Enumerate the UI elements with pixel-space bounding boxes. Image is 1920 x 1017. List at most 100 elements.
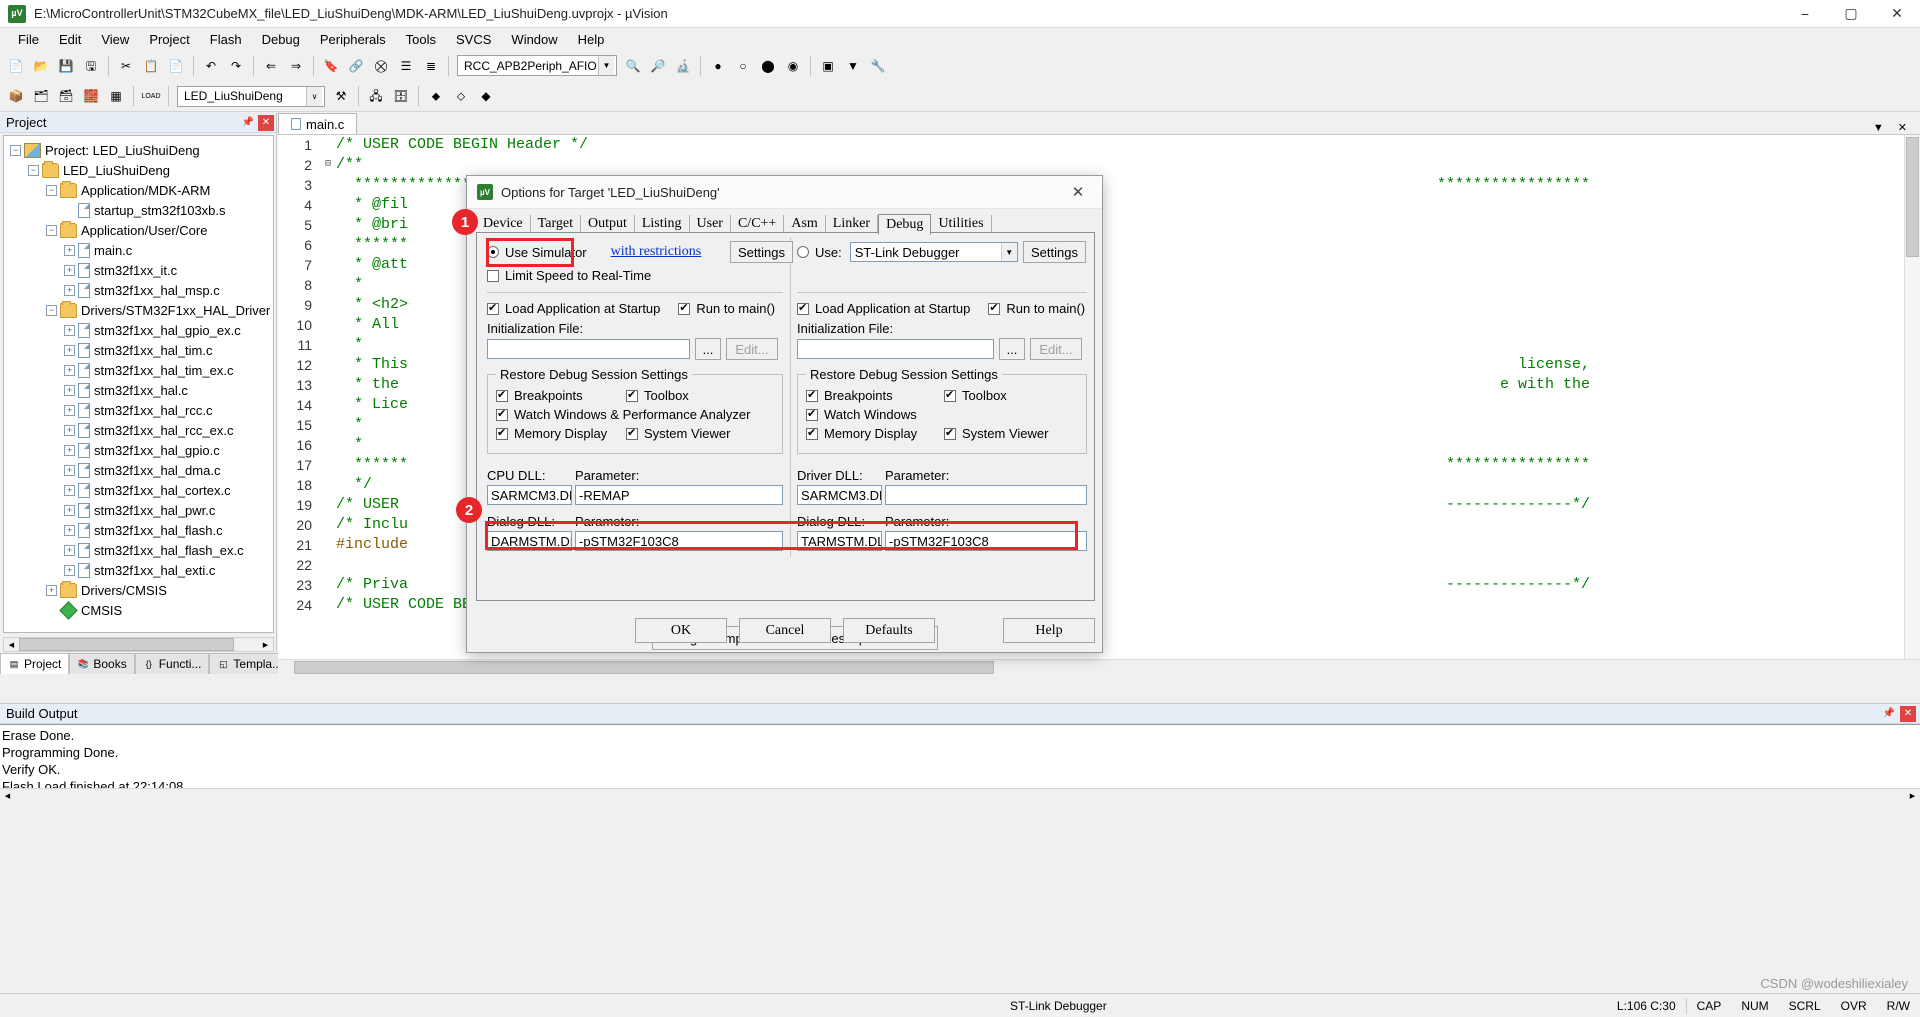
defaults-button[interactable]: Defaults	[843, 618, 935, 643]
watch-windows-row[interactable]: Watch Windows	[806, 405, 1078, 424]
tab-close-icon[interactable]: ✕	[1891, 121, 1914, 134]
debugger-select[interactable]: ST-Link Debugger ▼	[849, 242, 1018, 262]
checkbox-icon[interactable]	[806, 426, 818, 440]
checkbox-icon[interactable]	[944, 426, 956, 440]
collapse-icon[interactable]: −	[46, 184, 57, 196]
ok-button[interactable]: OK	[635, 618, 727, 643]
menu-svcs[interactable]: SVCS	[446, 30, 501, 49]
driver-parameter-input[interactable]	[885, 485, 1087, 505]
build-toolbar-right-button-0[interactable]: ⚒	[329, 84, 353, 108]
dialog-tab-listing[interactable]: Listing	[635, 215, 690, 233]
fold-icon[interactable]: ⊟	[320, 155, 336, 175]
build-toolbar-right-button-5[interactable]: ◆	[474, 84, 498, 108]
expand-icon[interactable]: +	[64, 544, 75, 556]
pin-icon[interactable]: 📌	[240, 115, 256, 131]
expand-icon[interactable]: +	[64, 324, 75, 336]
symbol-combo[interactable]: RCC_APB2Periph_AFIO ▼	[457, 55, 617, 76]
toolbar-button-15[interactable]: ≣	[419, 54, 443, 78]
chevron-down-icon[interactable]: ▼	[1000, 243, 1017, 261]
tree-item[interactable]: + stm32f1xx_hal.c	[4, 380, 273, 400]
tree-item[interactable]: + stm32f1xx_hal_gpio_ex.c	[4, 320, 273, 340]
dialog-parameter-input[interactable]: -pSTM32F103C8	[575, 531, 783, 551]
toolbar-button-14[interactable]: ☰	[394, 54, 418, 78]
memory-display-row[interactable]: Memory Display	[496, 424, 626, 443]
dialog-dll-input[interactable]: DARMSTM.DLL	[487, 531, 572, 551]
tree-item[interactable]: + main.c	[4, 240, 273, 260]
panel-tab-functi[interactable]: {} Functi...	[134, 653, 210, 674]
menu-debug[interactable]: Debug	[252, 30, 310, 49]
expand-icon[interactable]: +	[46, 584, 57, 596]
init-file-browse-button[interactable]: ...	[695, 338, 721, 360]
toolbar-right-button-1[interactable]: 🔎	[646, 54, 670, 78]
tree-item[interactable]: + stm32f1xx_hal_cortex.c	[4, 480, 273, 500]
tree-item[interactable]: + Drivers/CMSIS	[4, 580, 273, 600]
toolbar-button-2[interactable]: 💾	[54, 54, 78, 78]
menu-edit[interactable]: Edit	[49, 30, 91, 49]
tree-item[interactable]: + stm32f1xx_hal_flash_ex.c	[4, 540, 273, 560]
load-button[interactable]: LOAD	[139, 84, 163, 108]
collapse-icon[interactable]: −	[46, 224, 57, 236]
tree-item[interactable]: − Project: LED_LiuShuiDeng	[4, 140, 273, 160]
toolbar-button-9[interactable]: ⇐	[259, 54, 283, 78]
minimize-button[interactable]: −	[1782, 0, 1828, 28]
memory-display-row[interactable]: Memory Display	[806, 424, 944, 443]
build-toolbar-right-button-2[interactable]: 🗄	[389, 84, 413, 108]
pin-icon[interactable]: 📌	[1881, 706, 1897, 722]
tab-main-c[interactable]: main.c	[278, 113, 358, 134]
radio-icon[interactable]	[797, 246, 809, 258]
toolbar-button-1[interactable]: 📂	[29, 54, 53, 78]
with-restrictions-link[interactable]: with restrictions	[611, 244, 702, 260]
menu-window[interactable]: Window	[501, 30, 567, 49]
help-button[interactable]: Help	[1003, 618, 1095, 643]
code-line[interactable]: 2 ⊟/**	[278, 155, 1920, 175]
build-toolbar-right-button-3[interactable]: ⬥	[424, 84, 448, 108]
cpu-dll-input[interactable]: SARMCM3.DLL	[487, 485, 572, 505]
expand-icon[interactable]: +	[64, 464, 75, 476]
toolbar-button-8[interactable]: ↷	[224, 54, 248, 78]
checkbox-icon[interactable]	[678, 301, 691, 315]
tree-item[interactable]: + stm32f1xx_hal_gpio.c	[4, 440, 273, 460]
cancel-button[interactable]: Cancel	[739, 618, 831, 643]
editor-hscrollbar[interactable]	[278, 659, 1920, 674]
tree-item[interactable]: + stm32f1xx_hal_rcc.c	[4, 400, 273, 420]
expand-icon[interactable]: +	[64, 244, 75, 256]
toolbar-right-button-8[interactable]: ▼	[841, 54, 865, 78]
checkbox-icon[interactable]	[806, 407, 818, 421]
tree-item[interactable]: + stm32f1xx_hal_dma.c	[4, 460, 273, 480]
checkbox-icon[interactable]	[487, 269, 499, 282]
scroll-left-icon[interactable]: ◀	[0, 790, 15, 803]
expand-icon[interactable]: +	[64, 364, 75, 376]
toolbar-right-button-6[interactable]: ◉	[781, 54, 805, 78]
toolbar-button-0[interactable]: 📄	[4, 54, 28, 78]
menu-flash[interactable]: Flash	[200, 30, 252, 49]
toolbox-row[interactable]: Toolbox	[626, 386, 689, 405]
collapse-icon[interactable]: −	[28, 164, 39, 176]
expand-icon[interactable]: +	[64, 444, 75, 456]
menu-tools[interactable]: Tools	[396, 30, 446, 49]
maximize-button[interactable]: ▢	[1828, 0, 1874, 28]
toolbox-row[interactable]: Toolbox	[944, 386, 1007, 405]
dialog-tab-cc[interactable]: C/C++	[731, 215, 785, 233]
init-file-input[interactable]	[487, 339, 690, 359]
dialog-close-button[interactable]: ✕	[1058, 177, 1098, 208]
editor-vscrollbar[interactable]	[1904, 135, 1920, 674]
tab-list-icon[interactable]: ▼	[1866, 122, 1891, 134]
expand-icon[interactable]: +	[64, 284, 75, 296]
scroll-right-icon[interactable]: ▶	[258, 638, 273, 651]
dialog-tab-linker[interactable]: Linker	[826, 215, 879, 233]
toolbar-right-button-4[interactable]: ○	[731, 54, 755, 78]
tree-item[interactable]: startup_stm32f103xb.s	[4, 200, 273, 220]
toolbar-button-13[interactable]: ⛒	[369, 54, 393, 78]
run-to-main-row[interactable]: Run to main()	[678, 299, 775, 318]
project-tree-hscrollbar[interactable]: ◀ ▶	[3, 637, 274, 652]
load-app-row[interactable]: Load Application at Startup	[487, 299, 660, 318]
tree-item[interactable]: + stm32f1xx_hal_exti.c	[4, 560, 273, 580]
menu-view[interactable]: View	[91, 30, 139, 49]
menu-help[interactable]: Help	[568, 30, 615, 49]
expand-icon[interactable]: +	[64, 484, 75, 496]
cpu-parameter-input[interactable]: -REMAP	[575, 485, 783, 505]
chevron-down-icon[interactable]: ∨	[306, 86, 322, 106]
toolbar-button-5[interactable]: 📋	[139, 54, 163, 78]
scroll-thumb[interactable]	[294, 660, 994, 674]
expand-icon[interactable]: +	[64, 344, 75, 356]
